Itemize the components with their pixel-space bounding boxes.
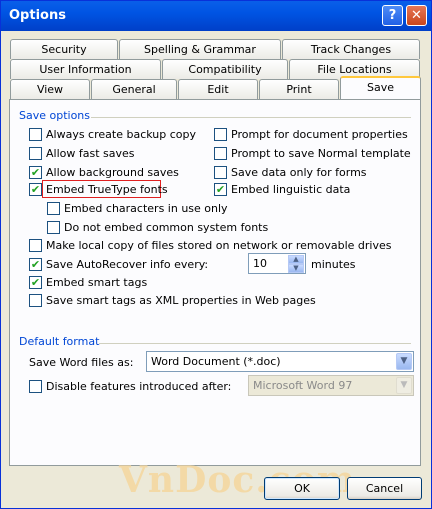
tab-general[interactable]: General xyxy=(91,79,177,99)
checkbox[interactable]: ✔ xyxy=(29,166,42,179)
option-label: Allow fast saves xyxy=(46,147,135,160)
title-bar[interactable]: Options ? ✕ xyxy=(1,1,431,31)
save-word-files-label: Save Word files as: xyxy=(29,356,134,369)
checkbox[interactable] xyxy=(29,294,42,307)
option-label: Disable features introduced after: xyxy=(46,380,232,393)
spin-down-button[interactable]: ▼ xyxy=(288,264,304,273)
checkbox[interactable] xyxy=(214,128,227,141)
disable-features-value: Microsoft Word 97 xyxy=(253,379,353,392)
tab-edit[interactable]: Edit xyxy=(178,79,258,99)
autorecover-minutes-input[interactable]: 10 ▲ ▼ xyxy=(248,253,306,274)
spin-up-button[interactable]: ▲ xyxy=(288,255,304,264)
tab-compatibility[interactable]: Compatibility xyxy=(162,59,288,79)
help-button[interactable]: ? xyxy=(382,5,403,26)
save-options-divider xyxy=(91,117,411,118)
option-label: Prompt to save Normal template xyxy=(231,147,411,160)
option-label: Prompt for document properties xyxy=(231,128,408,141)
checkbox[interactable]: ✔ xyxy=(214,183,227,196)
option-label: Embed characters in use only xyxy=(64,202,228,215)
close-button[interactable]: ✕ xyxy=(406,5,427,26)
option-label: Save AutoRecover info every: xyxy=(46,258,209,271)
tab-save[interactable]: Save xyxy=(340,76,421,99)
tab-security[interactable]: Security xyxy=(10,39,118,59)
tab-spelling-grammar[interactable]: Spelling & Grammar xyxy=(119,39,281,59)
options-dialog: Options ? ✕ Security Spelling & Grammar … xyxy=(0,0,432,509)
option-label: Embed linguistic data xyxy=(231,183,351,196)
default-format-header: Default format xyxy=(19,335,100,348)
option-label: Make local copy of files stored on netwo… xyxy=(46,239,392,252)
autorecover-value: 10 xyxy=(253,257,267,270)
checkbox[interactable]: ✔ xyxy=(29,276,42,289)
chevron-down-icon[interactable]: ▼ xyxy=(396,353,412,370)
option-label: Save smart tags as XML properties in Web… xyxy=(46,294,316,307)
option-label: Always create backup copy xyxy=(46,128,196,141)
option-label: Save data only for forms xyxy=(231,166,367,179)
option-label: Embed smart tags xyxy=(46,276,148,289)
ok-button[interactable]: OK xyxy=(264,477,340,500)
save-word-files-value: Word Document (*.doc) xyxy=(151,355,281,368)
dialog-title: Options xyxy=(9,8,66,23)
tab-user-information[interactable]: User Information xyxy=(10,59,161,79)
save-word-files-dropdown[interactable]: Word Document (*.doc) ▼ xyxy=(146,351,414,372)
checkbox[interactable] xyxy=(29,380,42,393)
checkbox[interactable] xyxy=(29,147,42,160)
checkbox[interactable] xyxy=(214,166,227,179)
option-label: Allow background saves xyxy=(46,166,179,179)
checkbox[interactable]: ✔ xyxy=(29,258,42,271)
cancel-button[interactable]: Cancel xyxy=(347,477,422,500)
tab-view[interactable]: View xyxy=(10,79,90,99)
disable-features-dropdown: Microsoft Word 97 ▼ xyxy=(248,375,414,396)
default-format-divider xyxy=(99,343,411,344)
minutes-label: minutes xyxy=(311,258,356,271)
chevron-down-icon: ▼ xyxy=(396,377,412,394)
checkbox[interactable] xyxy=(29,239,42,252)
checkbox[interactable]: ✔ xyxy=(29,183,42,196)
tab-print[interactable]: Print xyxy=(259,79,339,99)
option-label: Do not embed common system fonts xyxy=(64,221,269,234)
save-options-header: Save options xyxy=(19,109,91,122)
checkbox[interactable] xyxy=(214,147,227,160)
tab-track-changes[interactable]: Track Changes xyxy=(282,39,420,59)
checkbox[interactable] xyxy=(47,202,60,215)
checkbox[interactable] xyxy=(29,128,42,141)
checkbox[interactable] xyxy=(47,221,60,234)
option-label: Embed TrueType fonts xyxy=(46,183,168,196)
